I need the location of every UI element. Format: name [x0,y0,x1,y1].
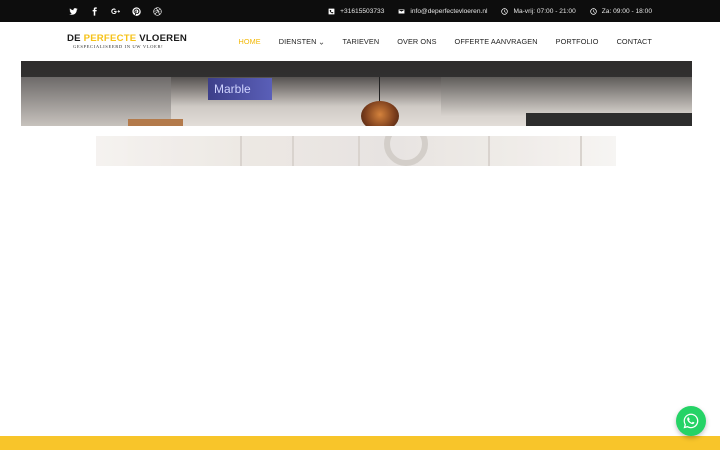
nav-item-over-ons[interactable]: OVER ONS [397,37,436,46]
pendant-lamp [361,101,399,126]
faded-column [358,136,360,166]
nav-item-offerte-aanvragen[interactable]: OFFERTE AANVRAGEN [455,37,538,46]
dark-panel [526,113,692,126]
logo-word-vloeren: VLOEREN [139,33,188,44]
faded-column [488,136,490,166]
saturday-hours: Za: 09:00 - 18:00 [601,7,652,15]
hero-ceiling [21,61,692,77]
whatsapp-chat-button[interactable] [676,406,706,436]
logo-word-de: DE [67,33,81,44]
wooden-shelf [128,119,183,126]
logo-word-perfecte: PERFECTE [83,33,137,44]
accent-bar [0,436,720,450]
nav-item-label: DIENSTEN [278,37,317,46]
phone-number: +31615503733 [340,7,385,15]
hero-wall-right [441,77,692,117]
faded-column [580,136,582,166]
logo-tagline: GESPECIALISEERD IN UW VLOER! [73,44,164,49]
nav-item-home[interactable]: HOME [238,37,260,46]
faded-column [240,136,242,166]
nav-item-portfolio[interactable]: PORTFOLIO [556,37,599,46]
logo-wordmark: DE PERFECTE VLOEREN [67,34,187,44]
email-address: info@deperfectevloeren.nl [410,7,488,15]
weekday-hours: Ma-vrij: 07:00 - 21:00 [513,7,576,15]
contact-info: +31615503733 info@deperfectevloeren.nl M… [328,0,652,22]
clock-icon [501,7,509,15]
site-logo[interactable]: DE PERFECTE VLOEREN GESPECIALISEERD IN U… [67,34,187,52]
facebook-icon[interactable] [89,6,99,16]
showroom-sign-text: Marble [214,82,251,96]
nav-item-contact[interactable]: CONTACT [617,37,652,46]
hero-image: Marble [21,61,692,126]
opening-hours-saturday: Za: 09:00 - 18:00 [590,8,652,15]
phone-contact[interactable]: +31615503733 [328,8,384,15]
nav-item-tarieven[interactable]: TARIEVEN [342,37,379,46]
top-bar: +31615503733 info@deperfectevloeren.nl M… [0,0,720,22]
social-links [68,0,162,22]
google-plus-icon[interactable] [110,6,120,16]
faded-column [292,136,294,166]
lamp-cord [379,77,380,103]
chevron-down-icon [319,39,324,45]
email-contact[interactable]: info@deperfectevloeren.nl [398,8,487,15]
clock-icon [590,7,597,15]
envelope-icon [398,8,405,14]
whatsapp-icon [683,413,699,429]
showroom-sign: Marble [208,78,272,100]
faded-lamp [384,136,428,166]
site-header: DE PERFECTE VLOEREN GESPECIALISEERD IN U… [0,22,720,61]
nav-item-diensten[interactable]: DIENSTEN [279,37,325,46]
phone-icon [328,8,335,14]
opening-hours-weekdays: Ma-vrij: 07:00 - 21:00 [501,7,576,15]
pinterest-icon[interactable] [131,6,141,16]
faded-slide-image [96,136,616,166]
main-nav: HOME DIENSTEN TARIEVEN OVER ONS OFFERTE … [238,22,652,61]
dribbble-icon[interactable] [152,6,162,16]
twitter-icon[interactable] [68,6,78,16]
